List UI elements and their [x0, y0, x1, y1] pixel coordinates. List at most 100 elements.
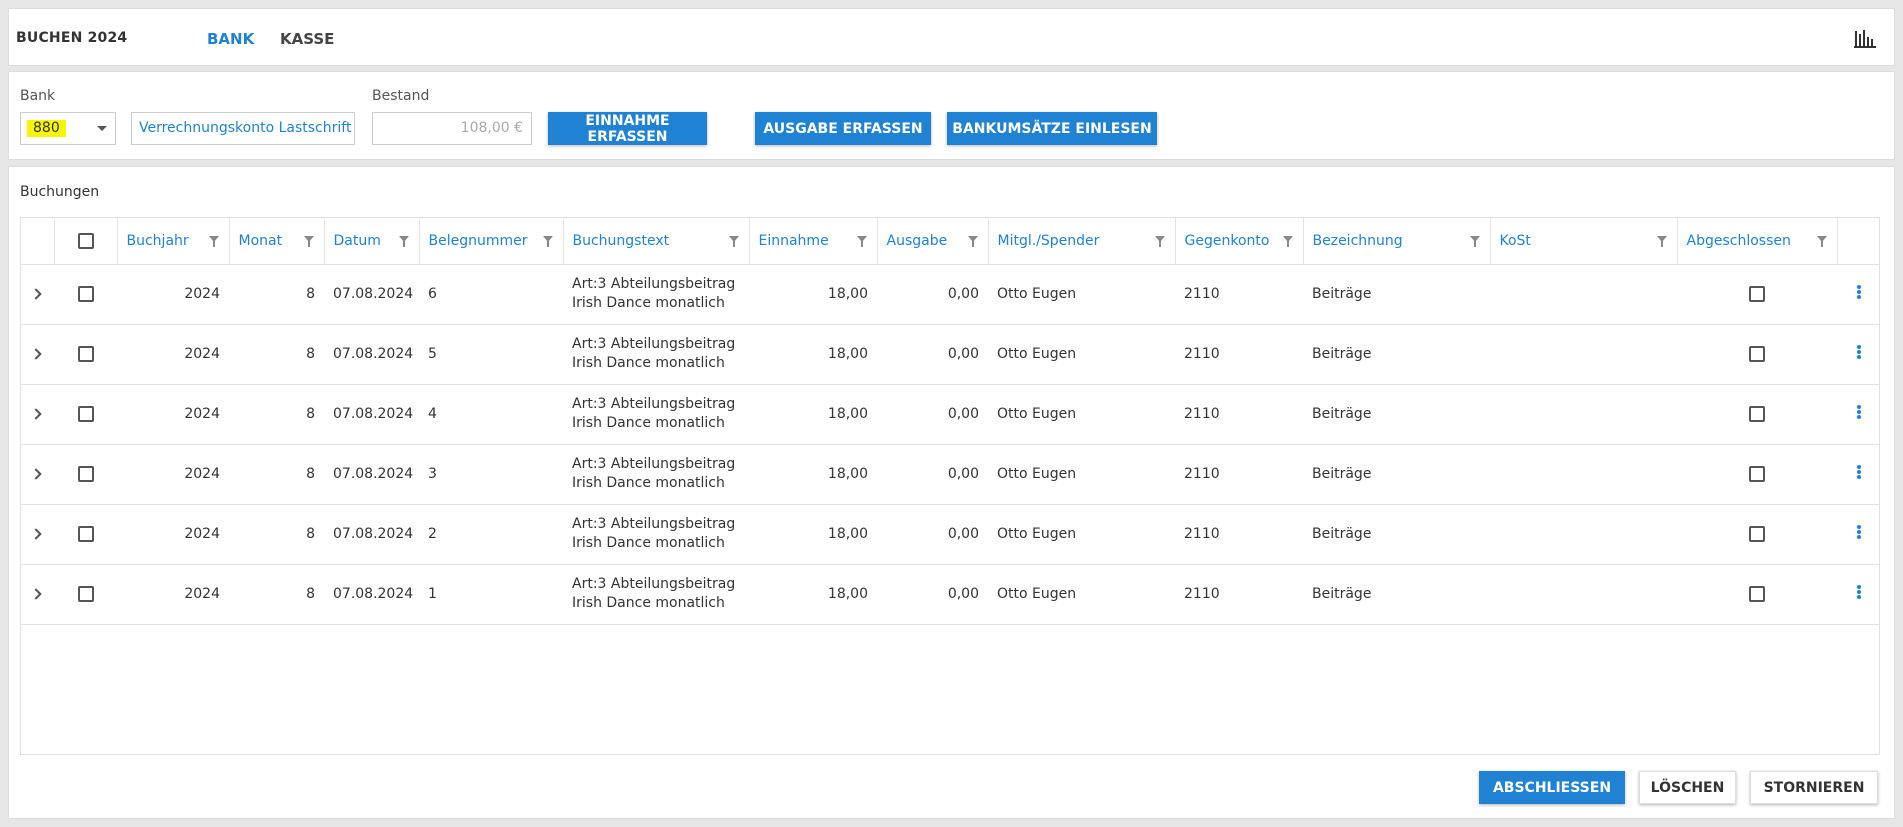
einnahme-erfassen-button[interactable]: EINNAHME ERFASSEN	[548, 112, 707, 145]
row-checkbox[interactable]	[77, 346, 94, 362]
bank-name-field[interactable]: Verrechnungskonto Lastschrift	[131, 112, 355, 145]
table-row[interactable]: 2024 8 07.08.2024 5 Art:3 Abteilungsbeitrag …	[21, 324, 1879, 385]
cell-mitglied: Otto Eugen	[988, 324, 1175, 385]
cell-bezeichnung: Beiträge	[1303, 504, 1490, 565]
abgeschlossen-checkbox[interactable]	[1749, 466, 1765, 482]
tab-bank[interactable]: BANK	[207, 30, 254, 48]
cell-buchungstext: Art:3 Abteilungsbeitrag Irish Dance mona…	[563, 504, 749, 565]
cell-belegnummer: 6	[419, 264, 563, 325]
expand-cell	[21, 444, 54, 505]
header-label: Einnahme	[758, 232, 829, 249]
filter-icon[interactable]	[1469, 236, 1480, 247]
cell-datum: 07.08.2024	[324, 384, 419, 445]
header-einnahme[interactable]: Einnahme	[749, 218, 878, 265]
header-label: Bezeichnung	[1312, 232, 1403, 249]
loeschen-button[interactable]: LÖSCHEN	[1639, 771, 1736, 804]
abgeschlossen-checkbox[interactable]	[1749, 286, 1765, 302]
cell-gegenkonto: 2110	[1175, 324, 1303, 385]
abschliessen-button[interactable]: ABSCHLIESSEN	[1479, 771, 1625, 804]
filter-icon[interactable]	[856, 236, 867, 247]
bank-select[interactable]: 880	[20, 112, 116, 145]
cell-buchjahr: 2024	[117, 564, 229, 625]
cell-buchungstext: Art:3 Abteilungsbeitrag Irish Dance mona…	[563, 264, 749, 325]
tab-kasse[interactable]: KASSE	[280, 30, 334, 48]
filter-icon[interactable]	[542, 236, 553, 247]
select-all-checkbox[interactable]	[77, 232, 94, 249]
bar-chart-icon[interactable]	[1854, 28, 1876, 48]
cell-bezeichnung: Beiträge	[1303, 264, 1490, 325]
filter-icon[interactable]	[967, 236, 978, 247]
filter-icon[interactable]	[1656, 236, 1667, 247]
cell-gegenkonto: 2110	[1175, 504, 1303, 565]
header-select-all	[54, 218, 118, 265]
abgeschlossen-checkbox[interactable]	[1749, 406, 1765, 422]
filter-icon[interactable]	[1816, 236, 1827, 247]
filter-icon[interactable]	[1154, 236, 1165, 247]
header-abgeschlossen[interactable]: Abgeschlossen	[1677, 218, 1838, 265]
cell-kost	[1490, 264, 1677, 325]
header-buchungstext[interactable]: Buchungstext	[563, 218, 750, 265]
expand-cell	[21, 564, 54, 625]
filter-icon[interactable]	[398, 236, 409, 247]
cell-einnahme: 18,00	[749, 504, 877, 565]
cell-mitglied: Otto Eugen	[988, 444, 1175, 505]
ausgabe-erfassen-button[interactable]: AUSGABE ERFASSEN	[755, 112, 931, 145]
header-belegnummer[interactable]: Belegnummer	[419, 218, 564, 265]
header-buchjahr[interactable]: Buchjahr	[117, 218, 230, 265]
more-vert-icon[interactable]	[1857, 284, 1861, 300]
row-checkbox[interactable]	[77, 286, 94, 302]
header-kost[interactable]: KoSt	[1490, 218, 1678, 265]
more-vert-icon[interactable]	[1857, 524, 1861, 540]
filter-icon[interactable]	[303, 236, 314, 247]
more-vert-icon[interactable]	[1857, 464, 1861, 480]
header-gegenkonto[interactable]: Gegenkonto	[1175, 218, 1304, 265]
row-checkbox[interactable]	[77, 526, 94, 542]
chevron-right-icon[interactable]	[30, 588, 42, 600]
chevron-right-icon[interactable]	[30, 468, 42, 480]
cell-mitglied: Otto Eugen	[988, 504, 1175, 565]
cell-mitglied: Otto Eugen	[988, 264, 1175, 325]
header-datum[interactable]: Datum	[324, 218, 420, 265]
abgeschlossen-checkbox[interactable]	[1749, 346, 1765, 362]
table-row[interactable]: 2024 8 07.08.2024 4 Art:3 Abteilungsbeitrag …	[21, 384, 1879, 445]
cell-bezeichnung: Beiträge	[1303, 444, 1490, 505]
chevron-right-icon[interactable]	[30, 348, 42, 360]
cell-abgeschlossen	[1677, 264, 1837, 325]
row-checkbox[interactable]	[77, 466, 94, 482]
actions-cell	[1837, 384, 1879, 445]
filter-icon[interactable]	[728, 236, 739, 247]
actions-cell	[1837, 564, 1879, 625]
header-monat[interactable]: Monat	[229, 218, 325, 265]
abgeschlossen-checkbox[interactable]	[1749, 586, 1765, 602]
chevron-right-icon[interactable]	[30, 528, 42, 540]
chevron-down-icon	[97, 126, 107, 131]
header-label: Abgeschlossen	[1686, 232, 1791, 249]
actions-cell	[1837, 444, 1879, 505]
header-ausgabe[interactable]: Ausgabe	[877, 218, 989, 265]
more-vert-icon[interactable]	[1857, 584, 1861, 600]
abgeschlossen-checkbox[interactable]	[1749, 526, 1765, 542]
bestand-label: Bestand	[372, 88, 430, 104]
cell-bezeichnung: Beiträge	[1303, 384, 1490, 445]
cell-gegenkonto: 2110	[1175, 384, 1303, 445]
header-bezeichnung[interactable]: Bezeichnung	[1303, 218, 1491, 265]
filter-icon[interactable]	[1282, 236, 1293, 247]
header-mitglied[interactable]: Mitgl./Spender	[988, 218, 1176, 265]
table-row[interactable]: 2024 8 07.08.2024 2 Art:3 Abteilungsbeitrag …	[21, 504, 1879, 565]
table-row[interactable]: 2024 8 07.08.2024 1 Art:3 Abteilungsbeitrag …	[21, 564, 1879, 625]
more-vert-icon[interactable]	[1857, 404, 1861, 420]
row-checkbox[interactable]	[77, 586, 94, 602]
header-label: Buchjahr	[126, 232, 189, 249]
filter-icon[interactable]	[208, 236, 219, 247]
bank-label: Bank	[20, 88, 56, 104]
row-checkbox[interactable]	[77, 406, 94, 422]
bankumsaetze-einlesen-button[interactable]: BANKUMSÄTZE EINLESEN	[947, 112, 1157, 145]
more-vert-icon[interactable]	[1857, 344, 1861, 360]
stornieren-button[interactable]: STORNIEREN	[1750, 771, 1878, 804]
cell-belegnummer: 2	[419, 504, 563, 565]
table-row[interactable]: 2024 8 07.08.2024 3 Art:3 Abteilungsbeitrag …	[21, 444, 1879, 505]
chevron-right-icon[interactable]	[30, 288, 42, 300]
actions-cell	[1837, 264, 1879, 325]
table-row[interactable]: 2024 8 07.08.2024 6 Art:3 Abteilungsbeitrag …	[21, 264, 1879, 325]
chevron-right-icon[interactable]	[30, 408, 42, 420]
